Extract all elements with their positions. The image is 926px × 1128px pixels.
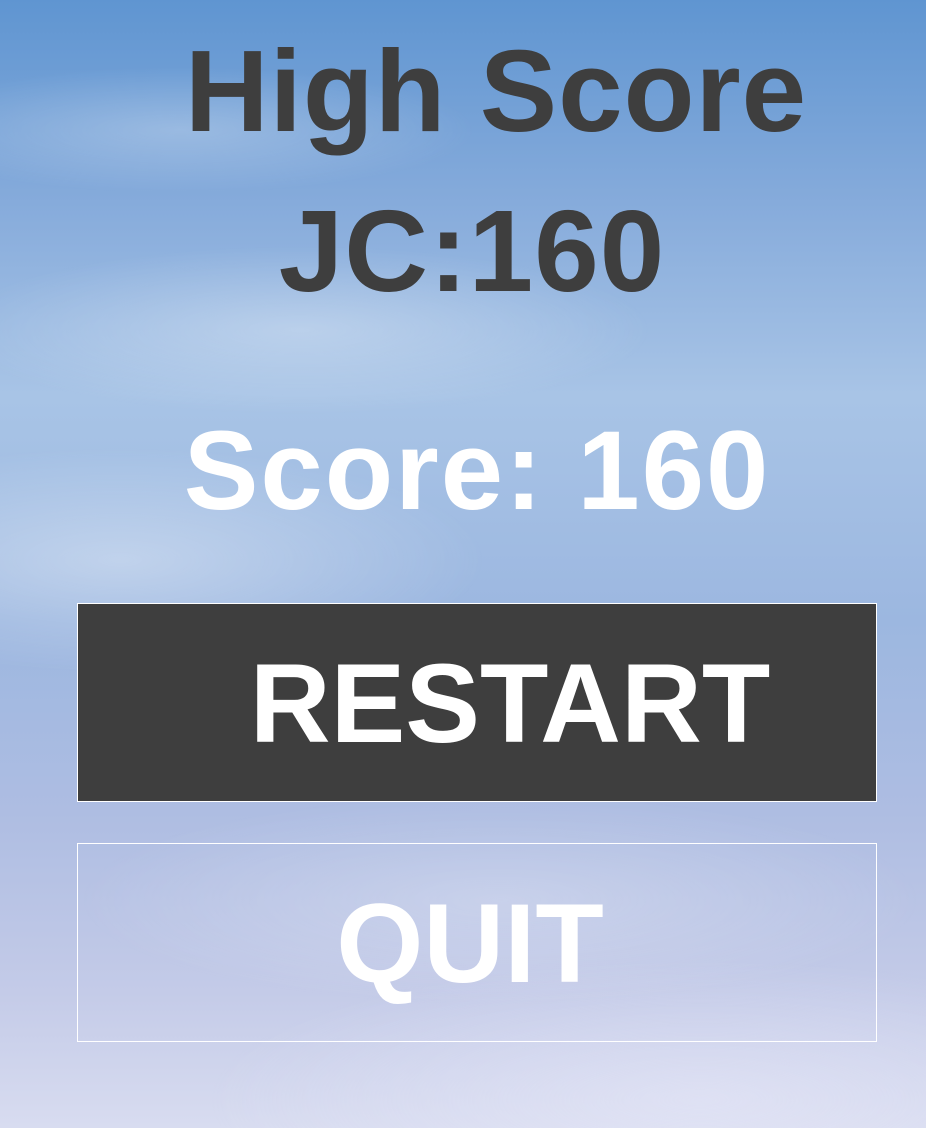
high-score-title: High Score	[184, 26, 808, 156]
restart-button-label: RESTART	[249, 641, 771, 766]
quit-button-label: QUIT	[336, 881, 604, 1006]
quit-button[interactable]: QUIT	[77, 843, 877, 1042]
restart-button[interactable]: RESTART	[77, 603, 877, 802]
current-score: Score: 160	[183, 408, 771, 533]
high-score-entry: JC:160	[278, 186, 666, 316]
